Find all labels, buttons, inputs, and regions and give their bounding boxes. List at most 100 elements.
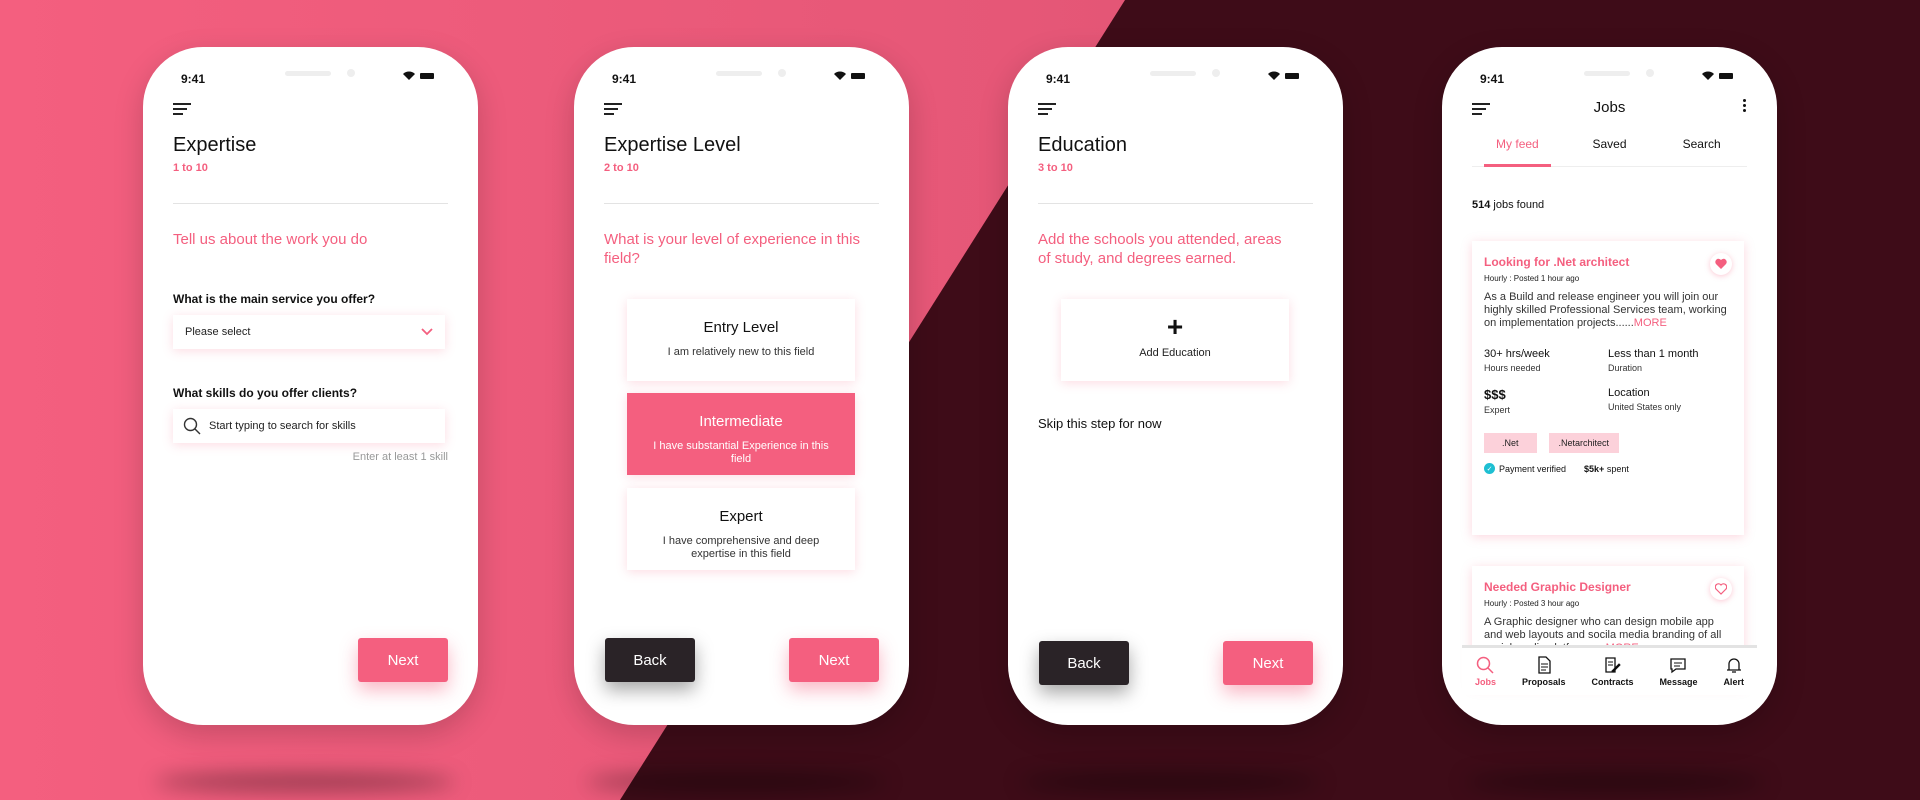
more-vertical-icon[interactable] <box>1743 99 1747 114</box>
nav-contracts[interactable]: Contracts <box>1591 656 1633 695</box>
phone-jobs: 9:41 Jobs My feed Saved Search 514 jobs … <box>1442 47 1777 725</box>
phone-shadow <box>155 772 455 792</box>
battery-icon <box>420 72 434 79</box>
page-title: Jobs <box>1593 99 1626 116</box>
duration-label: Duration <box>1608 363 1643 373</box>
battery-icon <box>851 72 865 79</box>
phone-shadow <box>1465 772 1765 792</box>
tag[interactable]: .Net <box>1484 433 1537 453</box>
tag[interactable]: .Netarchitect <box>1548 433 1620 453</box>
phone-education: 9:41 Education 3 to 10 Add the schools y… <box>1008 47 1343 725</box>
level-desc: I have comprehensive and deep expertise … <box>662 535 820 560</box>
level-option-expert[interactable]: Expert I have comprehensive and deep exp… <box>627 488 855 570</box>
nav-jobs[interactable]: Jobs <box>1475 656 1496 695</box>
nav-proposals[interactable]: Proposals <box>1522 656 1565 695</box>
step-indicator: 2 to 10 <box>604 162 639 174</box>
status-time: 9:41 <box>612 72 637 86</box>
job-meta: Hourly : Posted 3 hour ago <box>1484 599 1580 608</box>
status-icons <box>1268 71 1299 80</box>
divider <box>604 203 879 204</box>
level-desc: I am relatively new to this field <box>667 346 815 358</box>
spent-text: spent <box>1604 463 1629 474</box>
level-option-entry[interactable]: Entry Level I am relatively new to this … <box>627 299 855 381</box>
skills-search-input[interactable]: Start typing to search for skills <box>173 409 445 443</box>
step-indicator: 3 to 10 <box>1038 162 1073 174</box>
search-icon <box>1477 656 1495 674</box>
search-icon <box>183 417 201 435</box>
back-button[interactable]: Back <box>605 638 695 682</box>
document-icon <box>1538 656 1551 674</box>
verified-check-icon: ✓ <box>1484 463 1495 474</box>
wifi-icon <box>834 71 846 80</box>
menu-icon[interactable] <box>604 103 622 118</box>
nav-message[interactable]: Message <box>1659 656 1697 695</box>
found-text: jobs found <box>1490 199 1545 211</box>
next-button[interactable]: Next <box>358 638 448 682</box>
divider <box>1038 203 1313 204</box>
hours-label: Hours needed <box>1484 363 1541 373</box>
favorite-button[interactable] <box>1710 253 1732 275</box>
menu-icon[interactable] <box>1038 103 1056 118</box>
jobs-tabs: My feed Saved Search <box>1472 137 1747 167</box>
skills-placeholder: Start typing to search for skills <box>209 420 356 432</box>
bell-icon <box>1726 658 1741 673</box>
next-button[interactable]: Next <box>789 638 879 682</box>
job-card[interactable]: Looking for .Net architect Hourly : Post… <box>1472 241 1744 535</box>
status-icons <box>403 71 434 80</box>
camera <box>1212 69 1220 77</box>
camera <box>347 69 355 77</box>
tab-my-feed[interactable]: My feed <box>1472 137 1563 167</box>
service-select-value: Please select <box>185 326 251 338</box>
job-meta: Hourly : Posted 1 hour ago <box>1484 274 1580 283</box>
nav-label: Message <box>1659 677 1698 687</box>
battery-icon <box>1719 72 1733 79</box>
camera <box>1646 69 1654 77</box>
payment-verified-text: Payment verified <box>1499 463 1567 474</box>
level-option-intermediate[interactable]: Intermediate I have substantial Experien… <box>627 393 855 475</box>
status-time: 9:41 <box>1046 72 1071 86</box>
question-text: Tell us about the work you do <box>173 231 368 248</box>
service-select[interactable]: Please select <box>173 315 445 349</box>
add-education-button[interactable]: + Add Education <box>1061 299 1289 381</box>
status-icons <box>1702 71 1733 80</box>
level-value: $$$ <box>1484 387 1506 402</box>
nav-label: Contracts <box>1591 677 1634 687</box>
more-link[interactable]: MORE <box>1634 317 1667 329</box>
page-title: Expertise Level <box>604 134 741 156</box>
level-label: Expert <box>1484 405 1511 415</box>
back-button[interactable]: Back <box>1039 641 1129 685</box>
job-stats: 30+ hrs/week Hours needed Less than 1 mon… <box>1484 348 1732 415</box>
wifi-icon <box>403 71 415 80</box>
next-button[interactable]: Next <box>1223 641 1313 685</box>
menu-icon[interactable] <box>173 103 191 118</box>
chevron-down-icon <box>421 328 433 336</box>
camera <box>778 69 786 77</box>
question-text: Add the schools you attended, areas of s… <box>1038 231 1282 267</box>
found-number: 514 <box>1472 199 1491 211</box>
nav-label: Jobs <box>1474 677 1496 687</box>
phone-expertise: 9:41 Expertise 1 to 10 Tell us about the… <box>143 47 478 725</box>
job-desc-text: As a Build and release engineer you will… <box>1484 291 1727 329</box>
level-title: Intermediate <box>699 413 783 430</box>
phone-shadow <box>1020 772 1320 792</box>
status-time: 9:41 <box>181 72 206 86</box>
question-text: What is your level of experience in this… <box>604 231 860 267</box>
nav-alert[interactable]: Alert <box>1723 656 1744 695</box>
spent-amount: $5k+ <box>1584 463 1605 474</box>
bottom-nav: Jobs Proposals Contracts Message Alert <box>1462 645 1757 695</box>
speaker <box>1150 71 1196 76</box>
battery-icon <box>1285 72 1299 79</box>
level-desc: I have substantial Experience in this fi… <box>653 440 829 465</box>
tab-search[interactable]: Search <box>1656 137 1747 166</box>
page-title: Education <box>1038 134 1127 156</box>
phone-expertise-level: 9:41 Expertise Level 2 to 10 What is you… <box>574 47 909 725</box>
favorite-button[interactable] <box>1710 578 1732 600</box>
skip-link[interactable]: Skip this step for now <box>1038 416 1162 431</box>
chat-icon <box>1670 658 1687 674</box>
tab-saved[interactable]: Saved <box>1564 137 1655 166</box>
spent-info: $5k+ spent <box>1584 464 1629 474</box>
location-label: United States only <box>1608 402 1682 412</box>
wifi-icon <box>1702 71 1714 80</box>
wifi-icon <box>1268 71 1280 80</box>
page-title: Expertise <box>173 134 257 156</box>
